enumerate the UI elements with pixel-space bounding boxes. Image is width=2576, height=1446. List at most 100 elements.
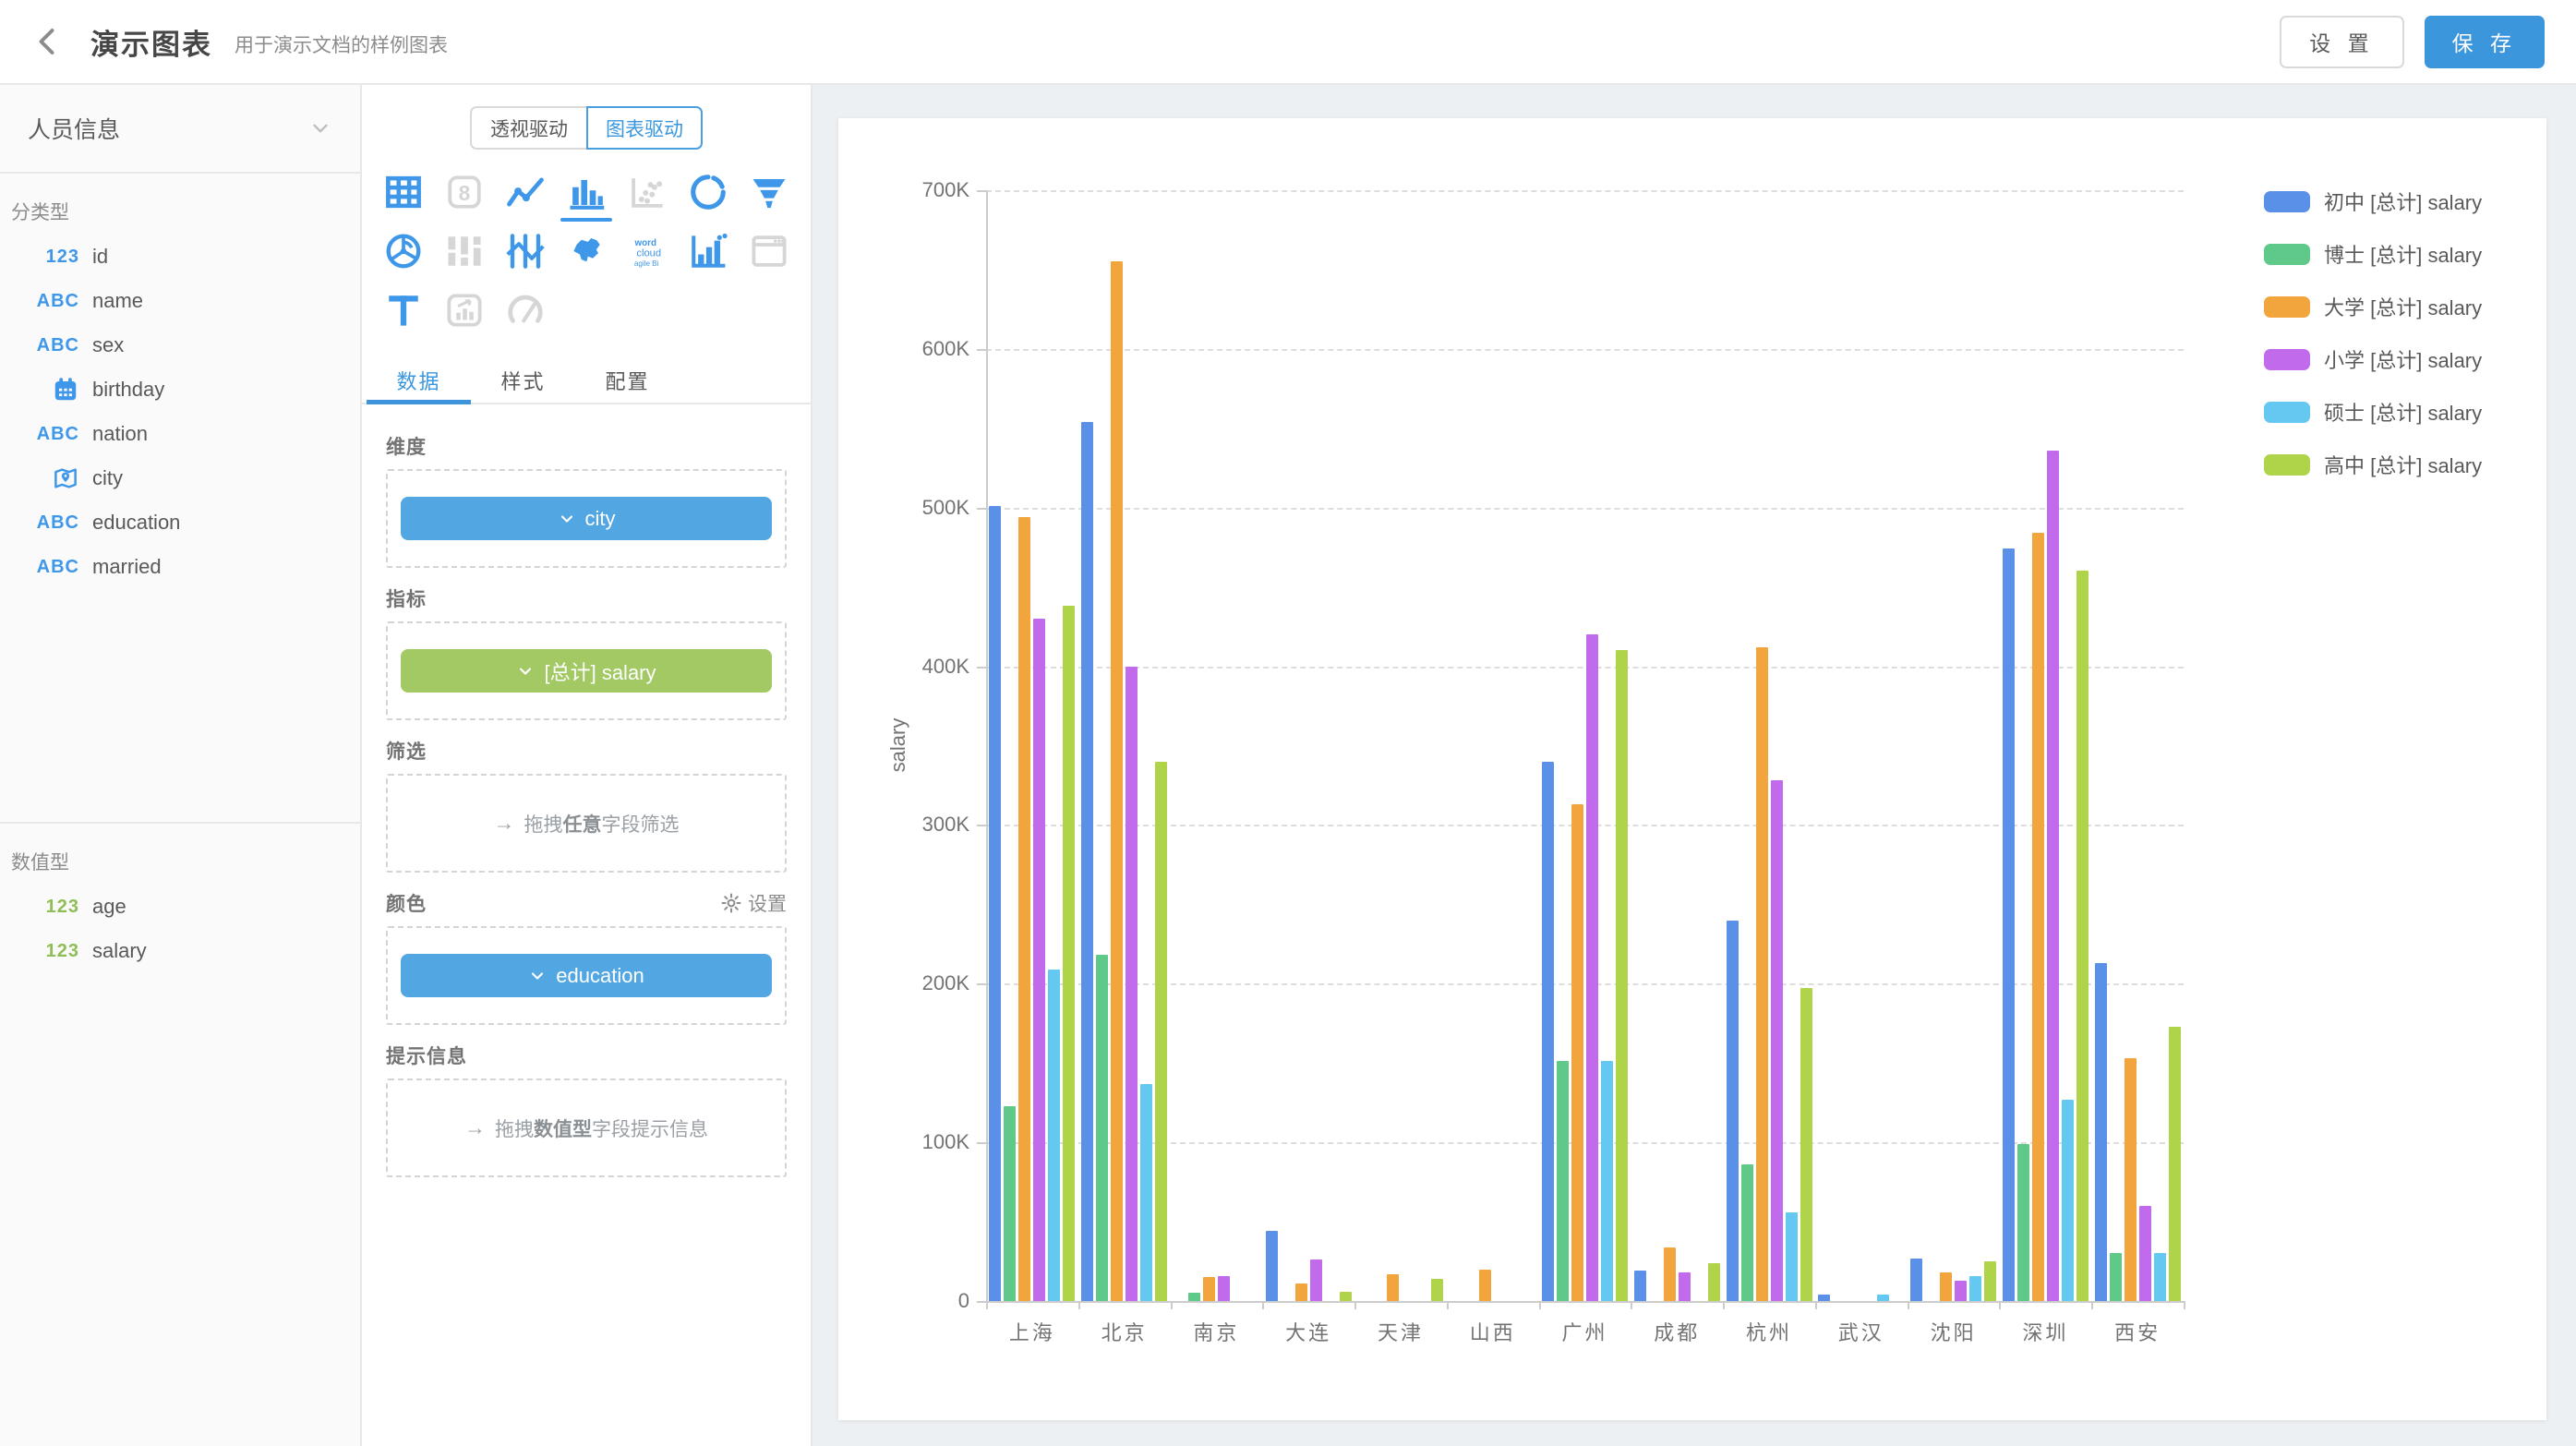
bar[interactable] — [1048, 970, 1060, 1301]
tab-config[interactable]: 配置 — [575, 358, 680, 403]
bar[interactable] — [1203, 1277, 1215, 1301]
bar[interactable] — [2110, 1253, 2122, 1301]
bar[interactable] — [2154, 1253, 2166, 1301]
bar[interactable] — [1910, 1259, 1922, 1301]
field-item-city[interactable]: city — [0, 456, 360, 500]
bar[interactable] — [1955, 1281, 1967, 1301]
bar[interactable] — [1295, 1283, 1307, 1301]
bar[interactable] — [1310, 1259, 1322, 1301]
back-icon[interactable] — [31, 25, 65, 58]
bar[interactable] — [989, 506, 1001, 1301]
chart-type-parallel-icon[interactable] — [495, 222, 556, 281]
bar[interactable] — [1634, 1271, 1646, 1301]
bar[interactable] — [1727, 921, 1739, 1301]
bar[interactable] — [2032, 533, 2044, 1301]
bar[interactable] — [1771, 780, 1783, 1301]
data-source-selector[interactable]: 人员信息 — [0, 85, 360, 174]
dimension-dropzone[interactable]: city — [386, 469, 787, 568]
bar[interactable] — [1218, 1276, 1230, 1301]
chart-type-funnel-icon[interactable] — [739, 163, 800, 222]
bar[interactable] — [1557, 1061, 1569, 1301]
chart-type-text-icon[interactable] — [373, 281, 434, 340]
field-item-married[interactable]: ABCmarried — [0, 545, 360, 589]
bar[interactable] — [1818, 1295, 1830, 1301]
bar[interactable] — [2076, 571, 2088, 1301]
tab-pivot-driven[interactable]: 透视驱动 — [470, 106, 586, 150]
bar[interactable] — [2003, 548, 2015, 1301]
bar[interactable] — [1387, 1274, 1399, 1301]
bar[interactable] — [1018, 517, 1030, 1301]
tooltip-dropzone[interactable]: → 拖拽 数值型 字段提示信息 — [386, 1078, 787, 1177]
bar[interactable] — [2125, 1058, 2137, 1301]
chart-type-map-icon[interactable] — [556, 222, 617, 281]
field-item-name[interactable]: ABCname — [0, 279, 360, 323]
bar[interactable] — [1111, 261, 1123, 1301]
chart-type-table-icon[interactable] — [373, 163, 434, 222]
chart-type-waterfall-icon[interactable] — [678, 222, 739, 281]
field-item-education[interactable]: ABCeducation — [0, 500, 360, 545]
bar[interactable] — [1756, 647, 1768, 1301]
legend-item[interactable]: 小学 [总计] salary — [2264, 344, 2482, 374]
metric-dropzone[interactable]: [总计] salary — [386, 621, 787, 720]
tab-chart-driven[interactable]: 图表驱动 — [586, 106, 703, 150]
save-button[interactable]: 保 存 — [2425, 16, 2545, 68]
chart-type-bar-chart-icon[interactable] — [556, 163, 617, 222]
bar[interactable] — [1479, 1270, 1491, 1301]
field-item-id[interactable]: 123id — [0, 235, 360, 279]
legend-item[interactable]: 硕士 [总计] salary — [2264, 397, 2482, 427]
bar[interactable] — [1063, 606, 1075, 1301]
field-item-sex[interactable]: ABCsex — [0, 323, 360, 368]
chart-type-word-cloud-icon[interactable]: wordcloudagile Bi — [617, 222, 678, 281]
bar[interactable] — [1940, 1272, 1952, 1301]
bar[interactable] — [1033, 619, 1045, 1301]
field-item-nation[interactable]: ABCnation — [0, 412, 360, 456]
legend-item[interactable]: 初中 [总计] salary — [2264, 187, 2482, 216]
dimension-chip-city[interactable]: city — [401, 497, 772, 540]
tab-style[interactable]: 样式 — [471, 358, 575, 403]
bar[interactable] — [2047, 451, 2059, 1301]
bar[interactable] — [1708, 1263, 1720, 1301]
color-dropzone[interactable]: education — [386, 926, 787, 1025]
bar[interactable] — [1664, 1247, 1676, 1301]
bar[interactable] — [1679, 1272, 1691, 1301]
bar[interactable] — [1188, 1293, 1200, 1301]
bar[interactable] — [1340, 1292, 1352, 1301]
legend-item[interactable]: 大学 [总计] salary — [2264, 292, 2482, 321]
bar[interactable] — [1601, 1061, 1613, 1301]
legend-item[interactable]: 高中 [总计] salary — [2264, 450, 2482, 479]
field-item-age[interactable]: 123age — [0, 885, 360, 929]
bar[interactable] — [1877, 1295, 1889, 1301]
color-chip-education[interactable]: education — [401, 954, 772, 997]
bar[interactable] — [2062, 1100, 2074, 1301]
tab-data[interactable]: 数据 — [367, 358, 471, 403]
bar[interactable] — [2095, 963, 2107, 1301]
bar[interactable] — [1081, 422, 1093, 1301]
bar[interactable] — [2017, 1144, 2029, 1301]
field-item-salary[interactable]: 123salary — [0, 929, 360, 973]
bar[interactable] — [1266, 1231, 1278, 1301]
metric-chip-salary[interactable]: [总计] salary — [401, 649, 772, 693]
bar[interactable] — [1586, 634, 1598, 1301]
bar[interactable] — [1741, 1164, 1753, 1301]
bar[interactable] — [1125, 667, 1138, 1301]
bar[interactable] — [2139, 1206, 2151, 1301]
field-item-birthday[interactable]: birthday — [0, 368, 360, 412]
bar[interactable] — [1786, 1212, 1798, 1301]
legend-item[interactable]: 博士 [总计] salary — [2264, 239, 2482, 269]
bar[interactable] — [1155, 762, 1167, 1301]
bar[interactable] — [2169, 1027, 2181, 1301]
bar[interactable] — [1984, 1261, 1996, 1301]
bar[interactable] — [1140, 1084, 1152, 1301]
bar[interactable] — [1431, 1279, 1443, 1301]
settings-button[interactable]: 设 置 — [2280, 16, 2403, 68]
bar[interactable] — [1616, 650, 1628, 1301]
bar[interactable] — [1800, 988, 1812, 1301]
bar[interactable] — [1542, 762, 1554, 1301]
bar[interactable] — [1571, 804, 1583, 1301]
chart-type-pie-chart-icon[interactable] — [678, 163, 739, 222]
color-settings-button[interactable]: 设置 — [720, 889, 787, 917]
chart-type-radar-icon[interactable] — [373, 222, 434, 281]
bar[interactable] — [1969, 1276, 1981, 1301]
bar[interactable] — [1004, 1106, 1016, 1301]
bar[interactable] — [1096, 955, 1108, 1301]
